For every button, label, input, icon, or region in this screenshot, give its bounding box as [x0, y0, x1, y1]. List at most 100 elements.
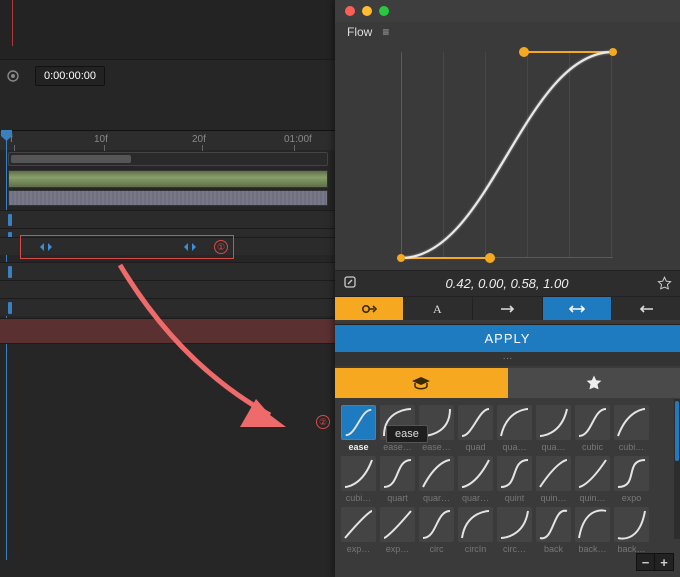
easing-preset[interactable]: quad [458, 405, 493, 452]
easing-preset[interactable]: quart [380, 456, 415, 503]
preset-label: quart [387, 493, 408, 503]
bezier-path [401, 52, 613, 258]
preset-thumb [614, 507, 649, 542]
curve-anchor-end[interactable] [609, 48, 617, 56]
svg-text:A: A [433, 302, 442, 316]
record-icon[interactable] [7, 70, 19, 82]
zoom-in-button[interactable]: + [655, 554, 673, 570]
easing-preset[interactable]: circIn [458, 507, 493, 554]
preset-thumb [341, 405, 376, 440]
preset-label: cubi… [346, 493, 372, 503]
ruler-label: 01:00f [284, 134, 312, 145]
favorite-icon[interactable] [657, 276, 672, 291]
library-scrollbar[interactable] [674, 399, 680, 539]
mini-playhead [12, 0, 13, 46]
preset-label: exp… [386, 544, 410, 554]
zoom-control: − + [636, 553, 674, 571]
easing-preset[interactable]: expo [614, 456, 649, 503]
easing-preset[interactable]: back [536, 507, 571, 554]
keyframe-row[interactable] [0, 262, 335, 280]
keyframe-ease-icon[interactable] [184, 241, 196, 253]
keyframe-row[interactable] [0, 210, 335, 228]
preset-thumb [380, 456, 415, 491]
mode-arrow-right-button[interactable] [473, 297, 542, 320]
easing-preset[interactable]: exp… [341, 507, 376, 554]
preset-thumb [380, 507, 415, 542]
curve-anchor-start[interactable] [397, 254, 405, 262]
zoom-icon[interactable] [379, 6, 389, 16]
time-ruler[interactable]: f 10f 20f 01:00f [0, 130, 340, 150]
control-point-2[interactable] [519, 47, 529, 57]
row-marker-icon [8, 302, 12, 314]
preset-label: quint [505, 493, 525, 503]
flow-panel: Flow ≡ 0.42, 0.00, 0.58, 1.00 A [335, 0, 680, 577]
mode-keyframe-button[interactable] [335, 297, 404, 320]
preset-thumb [614, 405, 649, 440]
easing-preset[interactable]: ease [341, 405, 376, 452]
preset-thumb [458, 456, 493, 491]
preset-label: circ [430, 544, 444, 554]
timeline-scrollbar[interactable] [8, 152, 328, 166]
preset-label: back [544, 544, 563, 554]
control-point-1[interactable] [485, 253, 495, 263]
close-icon[interactable] [345, 6, 355, 16]
easing-preset[interactable]: quint [497, 456, 532, 503]
preset-label: quad [465, 442, 485, 452]
current-timecode[interactable]: 0:00:00:00 [35, 66, 105, 86]
mode-row: A [335, 296, 680, 320]
easing-preset[interactable]: qua… [497, 405, 532, 452]
preset-thumb [497, 456, 532, 491]
easing-preset[interactable]: quar… [419, 456, 454, 503]
library-tab-favorites[interactable] [508, 368, 680, 398]
zoom-out-button[interactable]: − [637, 554, 655, 570]
row-marker-icon [8, 214, 12, 226]
star-icon [585, 374, 603, 392]
easing-preset[interactable]: cubi… [341, 456, 376, 503]
easing-preset[interactable]: quin… [575, 456, 610, 503]
easing-preset[interactable]: circ [419, 507, 454, 554]
easing-preset[interactable]: back… [614, 507, 649, 554]
hamburger-icon[interactable]: ≡ [382, 25, 389, 39]
preset-label: back… [578, 544, 606, 554]
preset-label: circ… [503, 544, 526, 554]
work-area-bar[interactable] [8, 170, 328, 188]
easing-preset[interactable]: back… [575, 507, 610, 554]
link-icon[interactable] [343, 275, 357, 292]
library-tab-presets[interactable] [335, 368, 508, 398]
mode-text-button[interactable]: A [404, 297, 473, 320]
keyframe-row[interactable] [0, 298, 335, 316]
audio-waveform [8, 190, 328, 206]
apply-button[interactable]: APPLY [335, 324, 680, 352]
easing-preset[interactable]: cubi… [614, 405, 649, 452]
easing-preset[interactable]: ease… [380, 405, 415, 452]
mode-arrow-left-button[interactable] [612, 297, 680, 320]
bezier-values-text[interactable]: 0.42, 0.00, 0.58, 1.00 [367, 276, 647, 291]
playhead[interactable] [6, 130, 7, 560]
easing-preset[interactable]: quin… [536, 456, 571, 503]
layer-bar[interactable] [0, 318, 335, 344]
preset-thumb [536, 456, 571, 491]
mode-arrow-both-button[interactable] [543, 297, 612, 320]
graduation-cap-icon [411, 375, 431, 391]
preset-label: ease… [383, 442, 412, 452]
easing-preset[interactable]: qua… [536, 405, 571, 452]
ruler-label: 10f [94, 134, 108, 145]
easing-preset[interactable]: quar… [458, 456, 493, 503]
easing-preset[interactable]: exp… [380, 507, 415, 554]
easing-preset[interactable]: ease… [419, 405, 454, 452]
bezier-curve-canvas[interactable] [335, 42, 680, 270]
window-titlebar[interactable] [335, 0, 680, 22]
keyframe-row-selected[interactable] [0, 237, 335, 255]
preset-thumb [536, 405, 571, 440]
keyframe-row[interactable] [0, 280, 335, 298]
preset-label: ease [348, 442, 368, 452]
bezier-editor[interactable] [335, 42, 680, 270]
preset-label: qua… [502, 442, 526, 452]
easing-preset[interactable]: cubic [575, 405, 610, 452]
minimize-icon[interactable] [362, 6, 372, 16]
preset-thumb [419, 507, 454, 542]
keyframe-ease-icon[interactable] [40, 241, 52, 253]
preset-thumb [341, 507, 376, 542]
preset-label: cubi… [619, 442, 645, 452]
easing-preset[interactable]: circ… [497, 507, 532, 554]
